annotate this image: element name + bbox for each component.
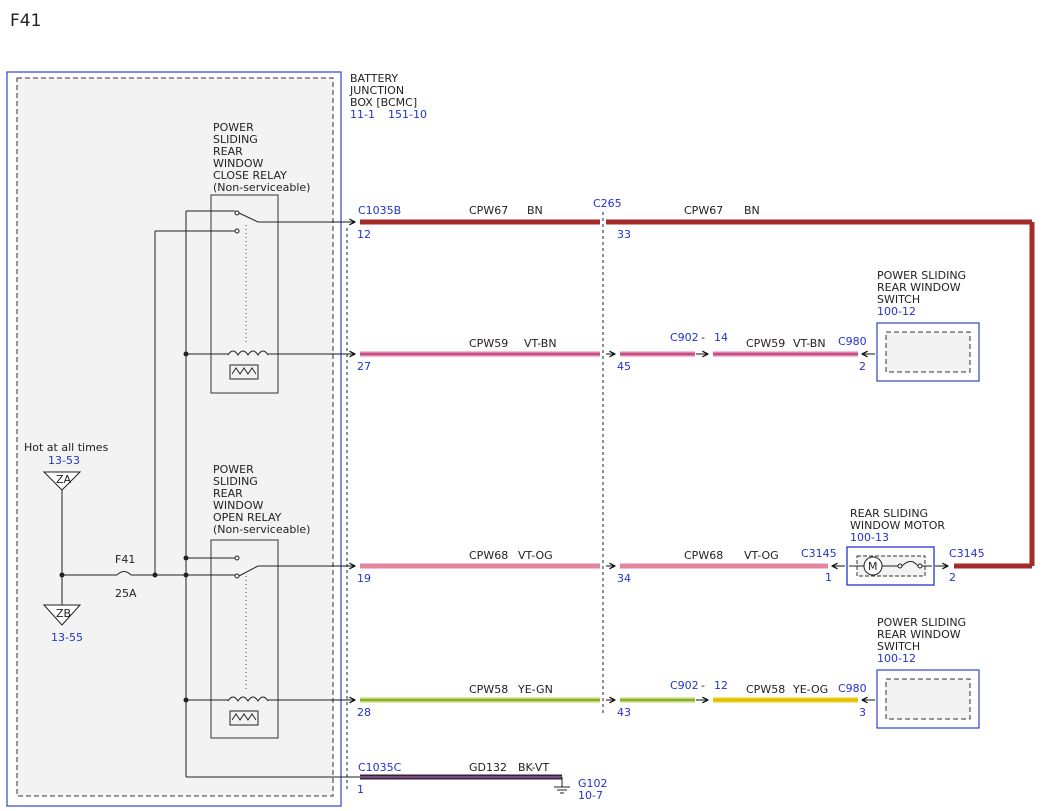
w4-end-conn[interactable]: C980	[838, 682, 867, 695]
w1-inline-conn[interactable]: C265	[593, 197, 622, 210]
w1-inline-pin: 33	[617, 228, 631, 241]
w2-circuit-2: CPW59	[746, 337, 785, 350]
hot-ref[interactable]: 13-53	[48, 454, 80, 467]
motor-symbol: M	[868, 560, 878, 573]
w4-color-2: YE-OG	[792, 683, 828, 696]
w2-pin: 27	[357, 360, 371, 373]
w2-pin-2: 14	[714, 331, 728, 344]
w4-pin-2: 12	[714, 679, 728, 692]
connector-arrows	[330, 222, 355, 700]
w4-pin: 28	[357, 706, 371, 719]
w3-circuit-2: CPW68	[684, 549, 723, 562]
w3-inline-pin: 34	[617, 572, 631, 585]
w4-circuit-2: CPW58	[746, 683, 785, 696]
open-relay-label-6: (Non-serviceable)	[213, 523, 310, 536]
za-label: ZA	[56, 473, 72, 486]
w3-color-2: VT-OG	[744, 549, 779, 562]
w1-color-2: BN	[744, 204, 760, 217]
w1-pin: 12	[357, 228, 371, 241]
w1-color: BN	[527, 204, 543, 217]
w5-color: BK-VT	[518, 761, 549, 774]
motor-pin-left: 1	[825, 571, 832, 584]
w3-color: VT-OG	[518, 549, 553, 562]
sw1-ref[interactable]: 100-12	[877, 305, 916, 318]
zb-label: ZB	[56, 607, 71, 620]
ground-ref[interactable]: 10-7	[578, 789, 603, 802]
w4-color: YE-GN	[517, 683, 553, 696]
motor-ref[interactable]: 100-13	[850, 531, 889, 544]
wire-cpw58: 28 CPW58 YE-GN 43 C902 - 12 CPW58 YE-OG …	[357, 679, 875, 719]
sw2-ref[interactable]: 100-12	[877, 652, 916, 665]
wire-cpw59: 27 CPW59 VT-BN 45 C902 - 14 CPW59 VT-BN …	[357, 331, 875, 373]
motor-pin-right: 2	[949, 571, 956, 584]
w4-dash: -	[701, 679, 705, 692]
hot-label: Hot at all times	[24, 441, 109, 454]
wire-gd132: C1035C 1 GD132 BK-VT G102 10-7	[357, 761, 608, 802]
w2-end-pin: 2	[859, 360, 866, 373]
w2-color-2: VT-BN	[793, 337, 826, 350]
power-sliding-switch-2: POWER SLIDING REAR WINDOW SWITCH 100-12	[876, 616, 980, 729]
w5-pin: 1	[357, 783, 364, 796]
connector-dashes	[346, 212, 604, 790]
bjb-ref-1[interactable]: 11-1	[350, 108, 375, 121]
w3-pin: 19	[357, 572, 371, 585]
motor-conn-right[interactable]: C3145	[949, 547, 985, 560]
w2-inline-pin: 45	[617, 360, 631, 373]
w1-circuit-2: CPW67	[684, 204, 723, 217]
fuse-rating: 25A	[115, 587, 137, 600]
w2-color: VT-BN	[524, 337, 557, 350]
page-title: F41	[10, 11, 41, 31]
w1-conn[interactable]: C1035B	[358, 204, 401, 217]
w5-conn[interactable]: C1035C	[358, 761, 402, 774]
w2-dash: -	[701, 331, 705, 344]
power-sliding-switch-1: POWER SLIDING REAR WINDOW SWITCH 100-12	[876, 269, 980, 382]
w4-inline-pin: 43	[617, 706, 631, 719]
close-relay-label-6: (Non-serviceable)	[213, 181, 310, 194]
w4-end-pin: 3	[859, 706, 866, 719]
bjb-ref-2[interactable]: 151-10	[388, 108, 427, 121]
w3-circuit: CPW68	[469, 549, 508, 562]
motor-conn-left[interactable]: C3145	[801, 547, 837, 560]
w2-end-conn[interactable]: C980	[838, 335, 867, 348]
rear-sliding-window-motor: REAR SLIDING WINDOW MOTOR 100-13 M C3145…	[801, 507, 985, 586]
w4-circuit: CPW58	[469, 683, 508, 696]
bjb-label: BATTERY JUNCTION BOX [BCMC] 11-1 151-10	[349, 72, 427, 121]
w2-circuit: CPW59	[469, 337, 508, 350]
w2-conn-2[interactable]: C902	[670, 331, 699, 344]
fuse-name: F41	[115, 553, 135, 566]
w4-conn-2[interactable]: C902	[670, 679, 699, 692]
w1-circuit: CPW67	[469, 204, 508, 217]
w5-circuit: GD132	[469, 761, 507, 774]
zb-ref[interactable]: 13-55	[51, 631, 83, 644]
